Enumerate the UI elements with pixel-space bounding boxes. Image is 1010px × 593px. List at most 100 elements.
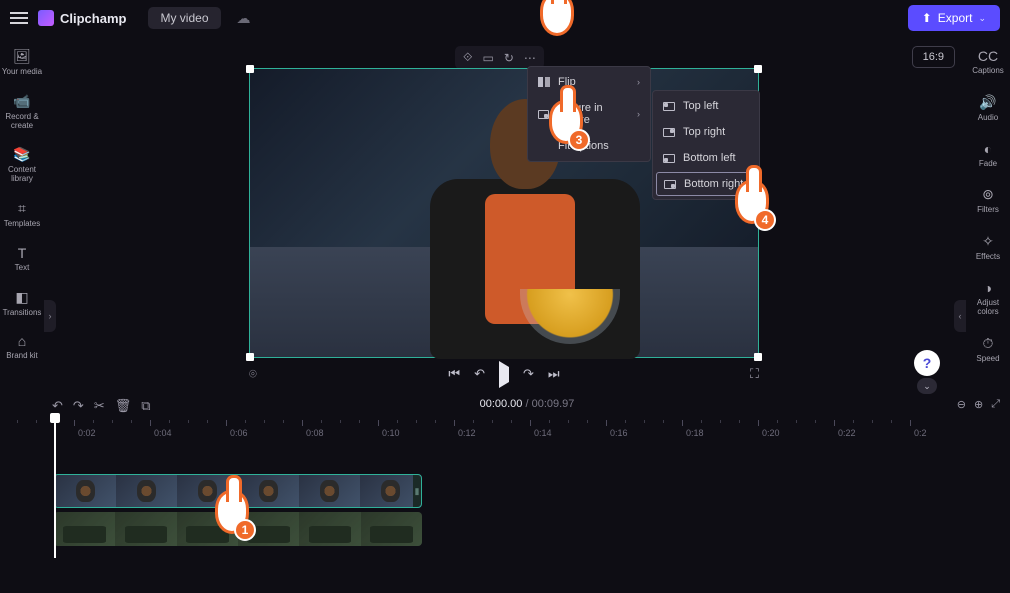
sidebar-item-filters[interactable]: ⊚ Filters: [966, 180, 1010, 221]
clip-thumbnail: [54, 512, 115, 546]
sidebar-label: Your media: [2, 68, 42, 77]
ruler-label: 0:16: [610, 428, 628, 438]
sidebar-item-content-library[interactable]: 📚 Content library: [0, 140, 44, 190]
sidebar-label: Content library: [0, 166, 44, 184]
sidebar-item-text[interactable]: T Text: [0, 239, 44, 279]
resize-handle-tl[interactable]: [246, 65, 254, 73]
current-time: 00:00.00: [480, 398, 523, 410]
sidebar-label: Adjust colors: [966, 299, 1010, 317]
fit-icon[interactable]: ▭: [482, 51, 493, 65]
play-button[interactable]: [499, 367, 509, 382]
template-icon: ⌗: [18, 200, 26, 217]
callout-badge: 3: [568, 129, 590, 151]
transport-controls: ⌾ ⏮ ↶ ↷ ⏭ ⛶: [249, 362, 759, 386]
speed-icon: ⏱: [983, 335, 994, 352]
chevron-down-icon: ⌄: [978, 13, 986, 24]
aspect-ratio-button[interactable]: 16:9: [912, 46, 955, 68]
menu-icon[interactable]: [10, 12, 28, 24]
sidebar-label: Effects: [976, 253, 1000, 262]
submenu-item-top-left[interactable]: Top left: [653, 93, 759, 119]
playhead-time: 00:00.00 / 00:09.97: [44, 398, 1010, 410]
sidebar-item-record[interactable]: 📹 Record & create: [0, 87, 44, 137]
sidebar-label: Filters: [977, 206, 999, 215]
effects-icon: ✧: [982, 233, 994, 250]
chevron-right-icon: ›: [637, 77, 640, 87]
resize-handle-br[interactable]: [754, 353, 762, 361]
corner-tl-icon: [663, 102, 675, 111]
sidebar-item-adjust-colors[interactable]: ◑ Adjust colors: [966, 274, 1010, 323]
sidebar-item-templates[interactable]: ⌗ Templates: [0, 194, 44, 235]
sidebar-label: Templates: [4, 220, 40, 229]
chevron-right-icon: ›: [637, 109, 640, 119]
timeline-ruler[interactable]: 0:020:040:060:080:100:120:140:160:180:20…: [54, 420, 1000, 440]
capture-icon[interactable]: ⌾: [249, 366, 257, 382]
callout-badge: 1: [234, 519, 256, 541]
expand-left-panel-button[interactable]: ›: [44, 300, 56, 332]
export-button[interactable]: ⬆ Export ⌄: [908, 5, 1000, 31]
ruler-label: 0:04: [154, 428, 172, 438]
clip-thumbnail: [299, 512, 360, 546]
timeline-zoom: ⊖ ⊕ ⤢: [957, 398, 1000, 411]
sidebar-label: Fade: [979, 160, 997, 169]
left-sidebar: 🖼 Your media 📹 Record & create 📚 Content…: [0, 36, 44, 593]
brand-icon: ⌂: [18, 333, 26, 349]
clip-trim-right[interactable]: ▮: [413, 475, 421, 507]
brand: Clipchamp: [38, 10, 126, 26]
total-time: 00:09.97: [532, 398, 575, 410]
ruler-label: 0:12: [458, 428, 476, 438]
step-forward-button[interactable]: ↷: [523, 366, 534, 382]
clip-thumbnail: [116, 475, 177, 507]
ruler-label: 0:02: [78, 428, 96, 438]
resize-handle-tr[interactable]: [754, 65, 762, 73]
help-caret-button[interactable]: ⌄: [917, 378, 937, 394]
sidebar-item-your-media[interactable]: 🖼 Your media: [0, 42, 44, 83]
more-icon[interactable]: ⋯: [524, 51, 536, 65]
sidebar-item-effects[interactable]: ✧ Effects: [966, 227, 1010, 268]
zoom-in-button[interactable]: ⊕: [974, 398, 983, 411]
zoom-out-button[interactable]: ⊖: [957, 398, 966, 411]
sidebar-item-speed[interactable]: ⏱ Speed: [966, 329, 1010, 370]
upload-icon: ⬆: [922, 11, 932, 25]
sidebar-label: Audio: [978, 114, 998, 123]
cloud-sync-icon[interactable]: ☁: [237, 10, 251, 27]
help-button[interactable]: ?: [914, 350, 940, 376]
step-back-button[interactable]: ↶: [474, 366, 485, 382]
sidebar-item-brand-kit[interactable]: ⌂ Brand kit: [0, 327, 44, 367]
play-icon: [499, 361, 509, 388]
resize-handle-bl[interactable]: [246, 353, 254, 361]
adjust-icon: ◑: [984, 280, 992, 296]
playhead[interactable]: [54, 418, 56, 558]
expand-right-panel-button[interactable]: ‹: [954, 300, 966, 332]
project-name-field[interactable]: My video: [148, 7, 220, 29]
menu-item-pip[interactable]: Picture in picture ›: [528, 95, 650, 133]
sidebar-item-audio[interactable]: 🔊 Audio: [966, 88, 1010, 129]
crop-icon[interactable]: ⟐: [463, 50, 472, 65]
sidebar-item-captions[interactable]: CC Captions: [966, 42, 1010, 82]
context-menu: Flip › Picture in picture › Fit options: [527, 66, 651, 162]
sidebar-label: Captions: [972, 67, 1004, 76]
ruler-label: 0:14: [534, 428, 552, 438]
submenu-item-bottom-left[interactable]: Bottom left: [653, 145, 759, 171]
sidebar-label: Brand kit: [6, 352, 38, 361]
prev-frame-button[interactable]: ⏮: [448, 366, 460, 382]
brand-logo-icon: [38, 10, 54, 26]
menu-item-flip[interactable]: Flip ›: [528, 69, 650, 95]
library-icon: 📚: [13, 146, 30, 163]
sidebar-label: Speed: [976, 355, 999, 364]
camera-icon: 📹: [13, 93, 30, 110]
rotate-icon[interactable]: ↻: [504, 51, 514, 65]
captions-icon: CC: [978, 48, 998, 64]
zoom-fit-button[interactable]: ⤢: [991, 398, 1000, 411]
timeline-panel: ↶ ↷ ✂ 🗑 ⧉ 00:00.00 / 00:09.97 ⊖ ⊕ ⤢ 0:02…: [44, 396, 1010, 593]
callout-badge: 4: [754, 209, 776, 231]
ruler-label: 0:2: [914, 428, 927, 438]
clip-thumbnail: [361, 512, 422, 546]
ruler-label: 0:08: [306, 428, 324, 438]
ruler-label: 0:06: [230, 428, 248, 438]
submenu-item-top-right[interactable]: Top right: [653, 119, 759, 145]
next-frame-button[interactable]: ⏭: [548, 366, 560, 382]
sidebar-item-fade[interactable]: ◐ Fade: [966, 135, 1010, 175]
sidebar-item-transitions[interactable]: ◧ Transitions: [0, 283, 44, 324]
fullscreen-button[interactable]: ⛶: [750, 366, 759, 382]
clip-thumbnail: [55, 475, 116, 507]
